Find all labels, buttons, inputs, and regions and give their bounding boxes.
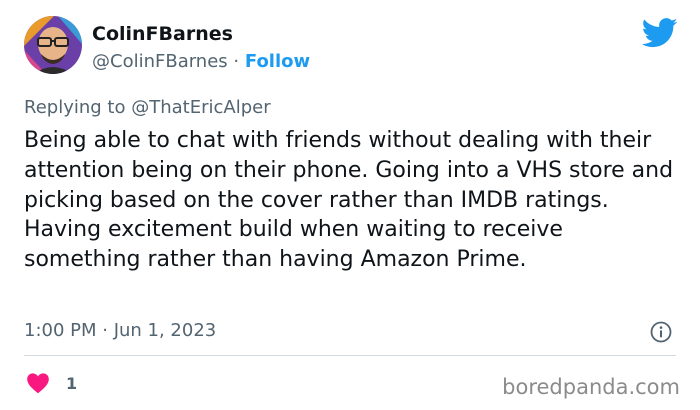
- tweet-timestamp[interactable]: 1:00 PM · Jun 1, 2023: [24, 319, 216, 343]
- avatar-image: [24, 16, 82, 74]
- handle-separator: ·: [233, 51, 240, 72]
- like-button[interactable]: 1: [26, 372, 77, 394]
- watermark: boredpanda.com: [502, 375, 680, 399]
- author-handle[interactable]: @ColinFBarnes: [92, 51, 228, 72]
- twitter-bird-icon[interactable]: [642, 18, 678, 48]
- info-icon[interactable]: [650, 321, 672, 343]
- heart-icon[interactable]: [26, 372, 50, 394]
- author-handle-line: @ColinFBarnes · Follow: [92, 50, 310, 74]
- avatar[interactable]: [24, 16, 82, 74]
- tweet-text: Being able to chat with friends without …: [24, 128, 674, 273]
- reply-mention-link[interactable]: @ThatEricAlper: [131, 97, 270, 118]
- author-display-name[interactable]: ColinFBarnes: [92, 22, 310, 46]
- author-block: ColinFBarnes @ColinFBarnes · Follow: [92, 22, 310, 74]
- replying-to-label: Replying to: [24, 97, 126, 118]
- replying-to-line: Replying to @ThatEricAlper: [24, 96, 271, 120]
- like-count: 1: [66, 373, 78, 393]
- divider: [24, 355, 676, 356]
- follow-button[interactable]: Follow: [245, 51, 310, 72]
